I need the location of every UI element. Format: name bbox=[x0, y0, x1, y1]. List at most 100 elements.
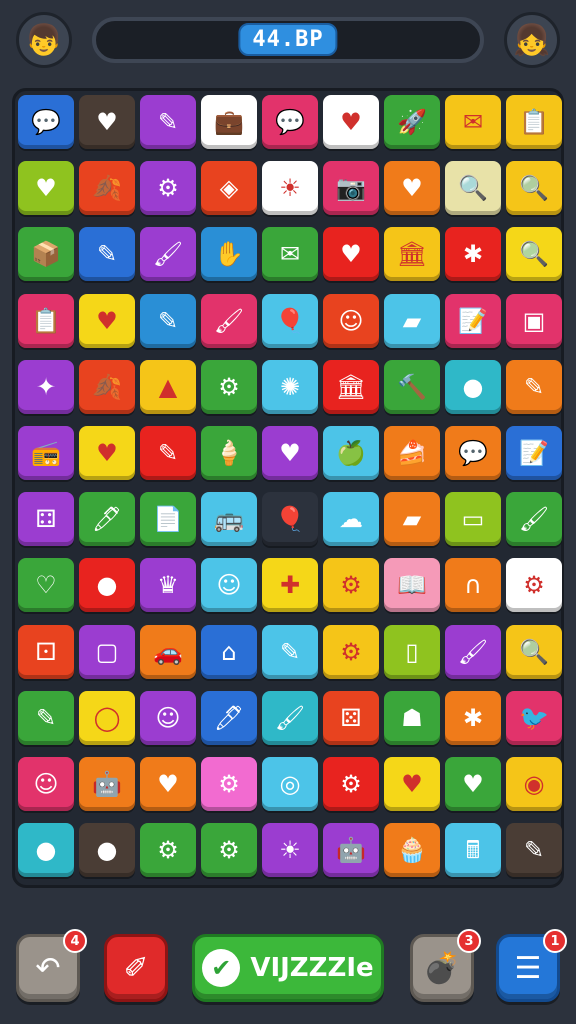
bomb-button[interactable]: 💣 3 bbox=[410, 929, 481, 1002]
tile[interactable]: ∩ bbox=[445, 558, 501, 612]
tile[interactable]: 📻 bbox=[18, 426, 74, 480]
menu-button[interactable]: ☰ 1 bbox=[496, 929, 567, 1002]
tile[interactable]: 🍏 bbox=[323, 426, 379, 480]
tile[interactable]: ◯ bbox=[79, 691, 135, 745]
tile[interactable]: 🎈 bbox=[262, 492, 318, 546]
tile[interactable]: ✎ bbox=[506, 823, 562, 877]
tile[interactable]: ☀ bbox=[262, 161, 318, 215]
tile[interactable]: 🏛 bbox=[323, 360, 379, 414]
undo-button[interactable]: ↶ 4 bbox=[16, 929, 87, 1002]
tile[interactable]: 🖊 bbox=[201, 691, 257, 745]
tile[interactable]: ⚄ bbox=[323, 691, 379, 745]
tile[interactable]: ⚙ bbox=[201, 360, 257, 414]
tile[interactable]: ⌂ bbox=[201, 625, 257, 679]
tile[interactable]: 🤖 bbox=[323, 823, 379, 877]
tile[interactable]: 📖 bbox=[384, 558, 440, 612]
tile[interactable]: ☺ bbox=[140, 691, 196, 745]
tile[interactable]: 🍰 bbox=[384, 426, 440, 480]
tile[interactable]: 💬 bbox=[262, 95, 318, 149]
tile[interactable]: 📝 bbox=[506, 426, 562, 480]
tile[interactable]: ⚙ bbox=[140, 161, 196, 215]
tile[interactable]: 🔍 bbox=[506, 625, 562, 679]
tile[interactable]: ⚙ bbox=[323, 558, 379, 612]
tile[interactable]: 📦 bbox=[18, 227, 74, 281]
tile[interactable]: ♥ bbox=[323, 95, 379, 149]
tile[interactable]: ✱ bbox=[445, 691, 501, 745]
tile[interactable]: ♥ bbox=[384, 161, 440, 215]
tile[interactable]: ♥ bbox=[445, 757, 501, 811]
tile[interactable]: ♥ bbox=[140, 757, 196, 811]
tile[interactable]: 🍂 bbox=[79, 161, 135, 215]
tile[interactable]: 🖌 bbox=[140, 227, 196, 281]
tile[interactable]: 💬 bbox=[445, 426, 501, 480]
tile[interactable]: 🧁 bbox=[384, 823, 440, 877]
tile[interactable]: 🤖 bbox=[79, 757, 135, 811]
tile[interactable]: 🐦 bbox=[506, 691, 562, 745]
tile[interactable]: ◈ bbox=[201, 161, 257, 215]
tile[interactable]: 📄 bbox=[140, 492, 196, 546]
tile[interactable]: 📷 bbox=[323, 161, 379, 215]
tile[interactable]: 🖌 bbox=[262, 691, 318, 745]
player-avatar[interactable]: 👦 bbox=[16, 12, 72, 68]
tile[interactable]: ⚙ bbox=[506, 558, 562, 612]
hint-button[interactable]: ✐ bbox=[104, 934, 168, 1002]
tile[interactable]: ☀ bbox=[262, 823, 318, 877]
tile[interactable]: 🚗 bbox=[140, 625, 196, 679]
tile[interactable]: ⚙ bbox=[201, 823, 257, 877]
tile[interactable]: ▲ bbox=[140, 360, 196, 414]
tile[interactable]: ● bbox=[18, 823, 74, 877]
tile[interactable]: ⚙ bbox=[323, 757, 379, 811]
tile[interactable]: 🚀 bbox=[384, 95, 440, 149]
tile[interactable]: ☺ bbox=[18, 757, 74, 811]
tile[interactable]: 📝 bbox=[445, 294, 501, 348]
tile[interactable]: 🔍 bbox=[445, 161, 501, 215]
tile[interactable]: ☺ bbox=[201, 558, 257, 612]
tile[interactable]: ▯ bbox=[384, 625, 440, 679]
tile[interactable]: ✎ bbox=[506, 360, 562, 414]
tile[interactable]: ✦ bbox=[18, 360, 74, 414]
tile[interactable]: ● bbox=[445, 360, 501, 414]
tile[interactable]: 🏛 bbox=[384, 227, 440, 281]
tile[interactable]: ♥ bbox=[323, 227, 379, 281]
tile[interactable]: 🖌 bbox=[201, 294, 257, 348]
tile[interactable]: ⚀ bbox=[18, 625, 74, 679]
tile[interactable]: ☗ bbox=[384, 691, 440, 745]
tile[interactable]: ▭ bbox=[445, 492, 501, 546]
tile[interactable]: 🔨 bbox=[384, 360, 440, 414]
tile[interactable]: 🖊 bbox=[79, 492, 135, 546]
tile[interactable]: ✚ bbox=[262, 558, 318, 612]
tile[interactable]: 🔍 bbox=[506, 161, 562, 215]
tile[interactable]: 🍂 bbox=[79, 360, 135, 414]
tile[interactable]: 🎈 bbox=[262, 294, 318, 348]
tile[interactable]: ♛ bbox=[140, 558, 196, 612]
tile[interactable]: ☁ bbox=[323, 492, 379, 546]
tile[interactable]: 🖌 bbox=[445, 625, 501, 679]
tile[interactable]: ✋ bbox=[201, 227, 257, 281]
tile[interactable]: ✺ bbox=[262, 360, 318, 414]
tile[interactable]: ♥ bbox=[384, 757, 440, 811]
tile[interactable]: ◎ bbox=[262, 757, 318, 811]
tile[interactable]: ✱ bbox=[445, 227, 501, 281]
tile[interactable]: ◉ bbox=[506, 757, 562, 811]
tile[interactable]: ● bbox=[79, 558, 135, 612]
tile[interactable]: ⚙ bbox=[201, 757, 257, 811]
tile[interactable]: ✉ bbox=[262, 227, 318, 281]
tile[interactable]: 🍦 bbox=[201, 426, 257, 480]
tile[interactable]: 🔍 bbox=[506, 227, 562, 281]
tile[interactable]: ☺ bbox=[323, 294, 379, 348]
tile[interactable]: ▢ bbox=[79, 625, 135, 679]
tile[interactable]: 📋 bbox=[18, 294, 74, 348]
tile[interactable]: ⚙ bbox=[323, 625, 379, 679]
opponent-avatar[interactable]: 👧 bbox=[504, 12, 560, 68]
tile[interactable]: ▣ bbox=[506, 294, 562, 348]
tile[interactable]: ▰ bbox=[384, 492, 440, 546]
tile[interactable]: ✎ bbox=[262, 625, 318, 679]
tile[interactable]: 💬 bbox=[18, 95, 74, 149]
tile[interactable]: ⚃ bbox=[18, 492, 74, 546]
tile[interactable]: ✎ bbox=[140, 95, 196, 149]
tile[interactable]: ♥ bbox=[262, 426, 318, 480]
tile[interactable]: ✉ bbox=[445, 95, 501, 149]
tile[interactable]: ✎ bbox=[18, 691, 74, 745]
tile[interactable]: 💼 bbox=[201, 95, 257, 149]
tile[interactable]: ▰ bbox=[384, 294, 440, 348]
